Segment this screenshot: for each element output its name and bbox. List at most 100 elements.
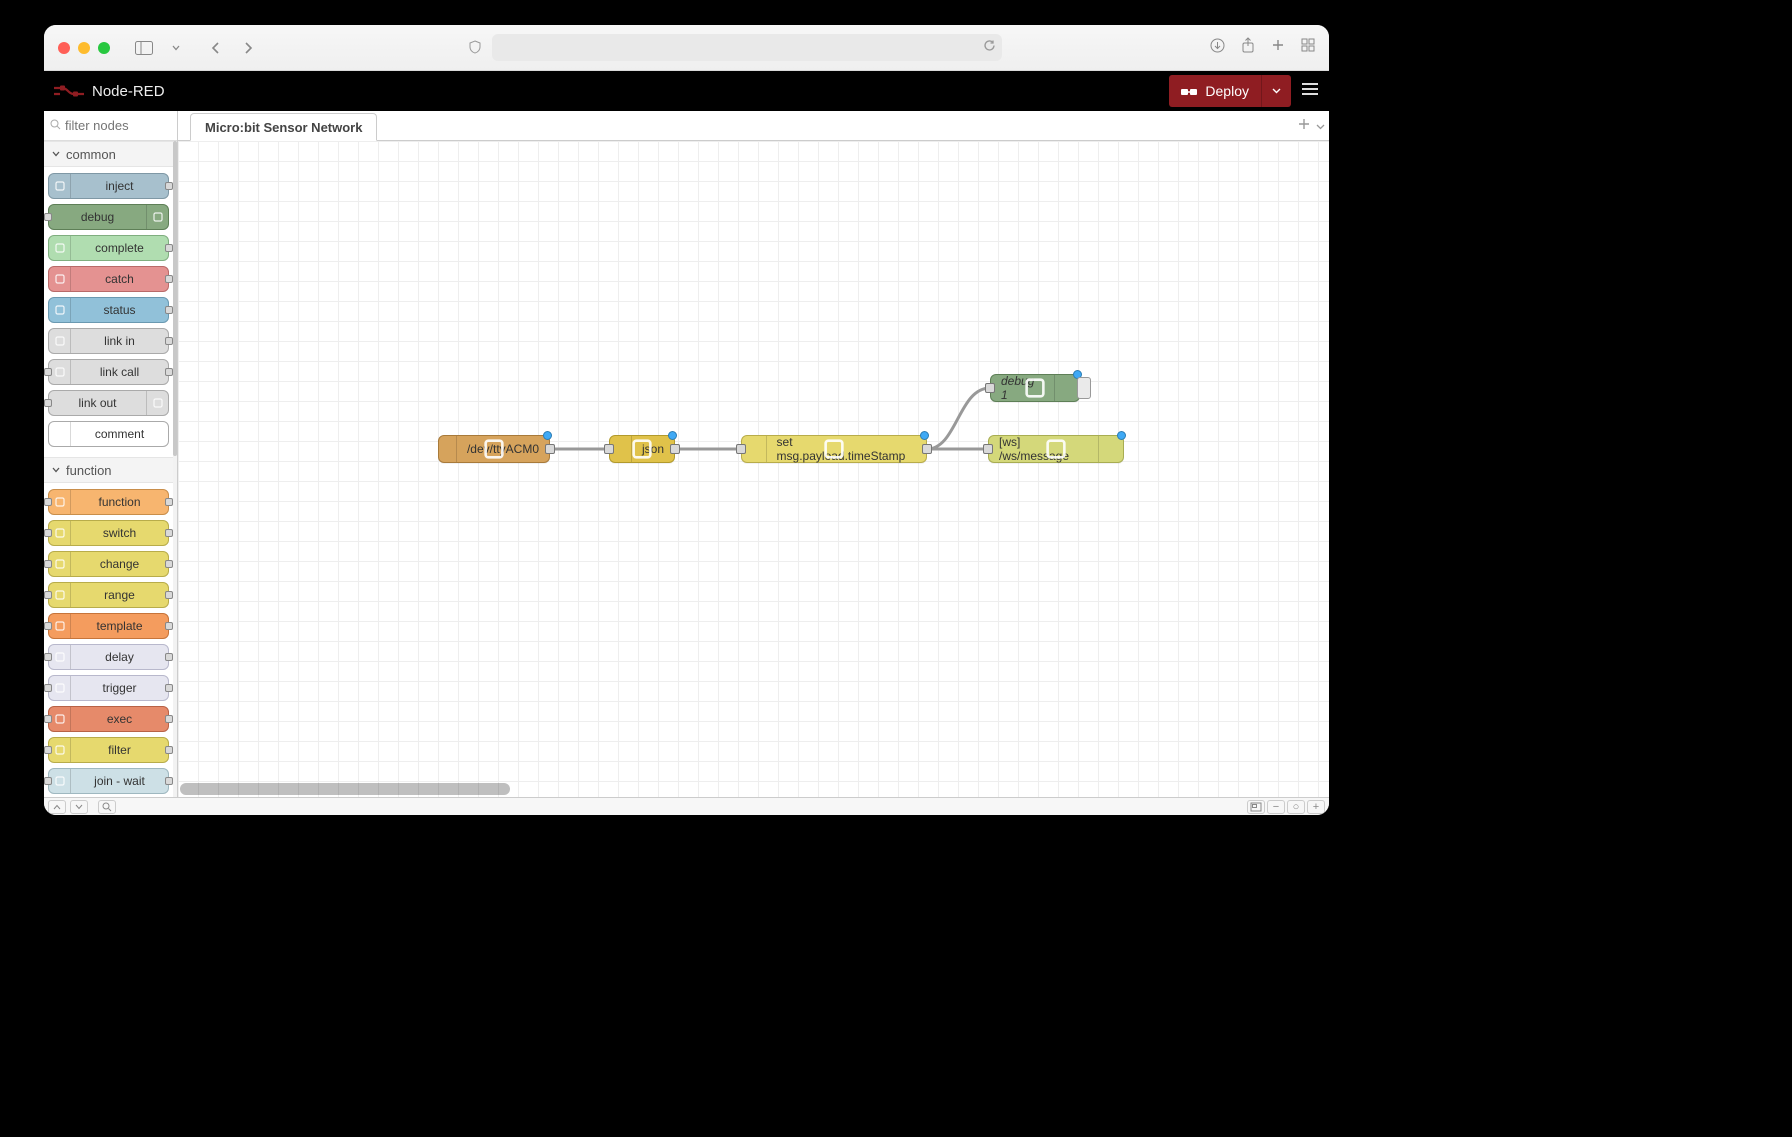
palette-node[interactable]: exec [48, 706, 169, 732]
palette-category-header[interactable]: function [44, 457, 173, 483]
debug-enable-toggle[interactable] [1077, 377, 1091, 399]
node-output-port[interactable] [165, 498, 173, 506]
palette-node[interactable]: status [48, 297, 169, 323]
node-input-port[interactable] [44, 560, 52, 568]
forward-button[interactable] [236, 37, 260, 59]
node-input-port[interactable] [44, 498, 52, 506]
tab-overview-icon[interactable] [1301, 38, 1315, 57]
node-input-port[interactable] [44, 368, 52, 376]
privacy-report-icon[interactable] [468, 40, 484, 56]
node-input-port[interactable] [44, 622, 52, 630]
node-input-port[interactable] [985, 383, 995, 393]
palette-node[interactable]: template [48, 613, 169, 639]
zoom-out-button[interactable]: − [1267, 800, 1285, 814]
node-output-port[interactable] [165, 529, 173, 537]
node-output-port[interactable] [545, 444, 555, 454]
node-input-port[interactable] [44, 715, 52, 723]
flow-canvas[interactable]: /dev/ttyACM0 json set msg.payload.timeStam… [178, 141, 1329, 797]
minimize-window-button[interactable] [78, 42, 90, 54]
back-button[interactable] [204, 37, 228, 59]
downloads-icon[interactable] [1210, 38, 1225, 58]
palette-node[interactable]: function [48, 489, 169, 515]
new-tab-icon[interactable] [1271, 38, 1285, 57]
node-input-port[interactable] [44, 653, 52, 661]
palette-node[interactable]: delay [48, 644, 169, 670]
node-input-port[interactable] [44, 213, 52, 221]
node-output-port[interactable] [165, 715, 173, 723]
palette-node[interactable]: filter [48, 737, 169, 763]
node-input-port[interactable] [736, 444, 746, 454]
canvas-horizontal-scrollbar[interactable] [180, 783, 1327, 795]
close-window-button[interactable] [58, 42, 70, 54]
palette-node-label: complete [71, 241, 168, 255]
flow-node-serial[interactable]: /dev/ttyACM0 [438, 435, 550, 463]
palette-node[interactable]: link in [48, 328, 169, 354]
address-bar[interactable] [492, 34, 1002, 61]
node-input-port[interactable] [44, 591, 52, 599]
node-input-port[interactable] [44, 684, 52, 692]
node-output-port[interactable] [922, 444, 932, 454]
sidebar-menu-caret[interactable] [164, 37, 188, 59]
node-input-port[interactable] [44, 529, 52, 537]
flow-node-debug[interactable]: debug 1 [990, 374, 1080, 402]
palette-scrollbar[interactable] [173, 141, 177, 797]
palette-node[interactable]: join - wait [48, 768, 169, 794]
flow-node-change[interactable]: set msg.payload.timeStamp [741, 435, 927, 463]
zoom-in-button[interactable]: + [1307, 800, 1325, 814]
node-output-port[interactable] [165, 275, 173, 283]
palette-node[interactable]: inject [48, 173, 169, 199]
sidebar-toggle-button[interactable] [132, 37, 156, 59]
node-output-port[interactable] [165, 591, 173, 599]
node-input-port[interactable] [604, 444, 614, 454]
deploy-menu-caret[interactable] [1262, 75, 1291, 107]
add-tab-button[interactable] [1298, 117, 1310, 135]
node-output-port[interactable] [165, 653, 173, 661]
node-output-port[interactable] [165, 560, 173, 568]
tab-menu-caret[interactable] [1316, 117, 1325, 135]
node-type-icon [49, 422, 71, 446]
node-output-port[interactable] [165, 622, 173, 630]
unsaved-changes-indicator [1117, 431, 1126, 440]
node-output-port[interactable] [165, 306, 173, 314]
palette-node[interactable]: range [48, 582, 169, 608]
maximize-window-button[interactable] [98, 42, 110, 54]
node-input-port[interactable] [44, 777, 52, 785]
node-output-port[interactable] [165, 182, 173, 190]
node-input-port[interactable] [44, 399, 52, 407]
footer-collapse-down-icon[interactable] [70, 800, 88, 814]
palette-node[interactable]: complete [48, 235, 169, 261]
flow-node-ws[interactable]: [ws] /ws/message [988, 435, 1124, 463]
palette-node[interactable]: link call [48, 359, 169, 385]
node-type-icon [1054, 375, 1079, 401]
footer-collapse-up-icon[interactable] [48, 800, 66, 814]
palette-category-header[interactable]: common [44, 141, 173, 167]
footer-search-button[interactable] [98, 800, 116, 814]
node-input-port[interactable] [983, 444, 993, 454]
node-output-port[interactable] [670, 444, 680, 454]
node-type-icon [49, 738, 71, 762]
node-output-port[interactable] [165, 684, 173, 692]
palette-node[interactable]: link out [48, 390, 169, 416]
deploy-button[interactable]: Deploy [1169, 75, 1262, 107]
palette-filter-input[interactable] [65, 118, 171, 133]
node-input-port[interactable] [44, 746, 52, 754]
workspace-tab[interactable]: Micro:bit Sensor Network [190, 113, 377, 141]
palette-node[interactable]: switch [48, 520, 169, 546]
navigator-toggle[interactable] [1247, 800, 1265, 814]
zoom-reset-button[interactable]: ○ [1287, 800, 1305, 814]
palette-node[interactable]: change [48, 551, 169, 577]
main-menu-button[interactable] [1301, 82, 1319, 101]
node-output-port[interactable] [165, 368, 173, 376]
flow-node-json[interactable]: json [609, 435, 675, 463]
palette-node[interactable]: catch [48, 266, 169, 292]
node-output-port[interactable] [165, 777, 173, 785]
palette-node[interactable]: trigger [48, 675, 169, 701]
share-icon[interactable] [1241, 37, 1255, 58]
palette-node[interactable]: comment [48, 421, 169, 447]
flow-wire[interactable] [927, 388, 990, 449]
node-output-port[interactable] [165, 244, 173, 252]
node-output-port[interactable] [165, 337, 173, 345]
palette-node[interactable]: debug [48, 204, 169, 230]
reload-icon[interactable] [983, 39, 996, 57]
node-output-port[interactable] [165, 746, 173, 754]
